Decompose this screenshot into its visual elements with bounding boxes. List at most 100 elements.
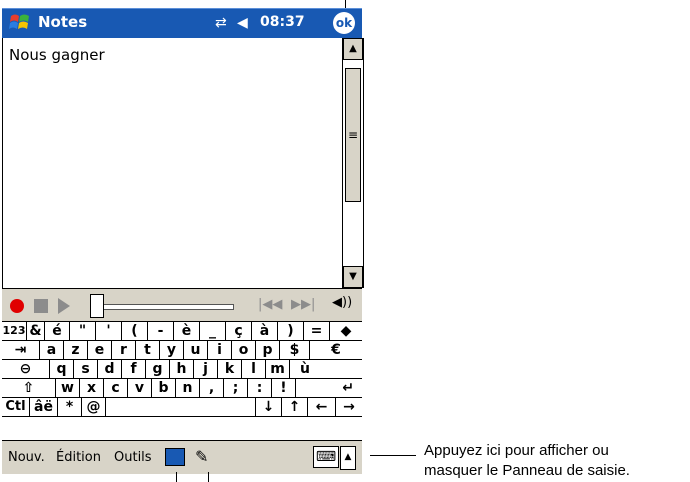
arrow-left-key[interactable]: ← — [308, 398, 336, 416]
key[interactable]: * — [58, 398, 82, 416]
key[interactable]: f — [122, 360, 146, 378]
key[interactable]: d — [98, 360, 122, 378]
callout-text: Appuyez ici pour afficher ou masquer le … — [424, 441, 630, 481]
keyboard-row-1: 123 & é " ' ( - è _ ç à ) = ◆ — [2, 322, 362, 341]
shift-key[interactable]: ⇧ — [2, 379, 56, 397]
arrow-up-key[interactable]: ↑ — [282, 398, 308, 416]
stop-icon[interactable] — [34, 299, 48, 313]
key[interactable]: a — [40, 341, 64, 359]
menu-new[interactable]: Nouv. — [8, 450, 45, 465]
recording-toolbar: |◀◀ ▶▶| ◀)) — [2, 288, 362, 322]
record-icon[interactable] — [10, 299, 24, 313]
menu-edit[interactable]: Édition — [56, 450, 101, 465]
connectivity-icon[interactable]: ⇄ — [215, 15, 227, 31]
ok-button[interactable]: ok — [333, 12, 355, 34]
key[interactable]: t — [136, 341, 160, 359]
key[interactable]: ; — [224, 379, 248, 397]
key[interactable]: j — [194, 360, 218, 378]
key[interactable]: i — [208, 341, 232, 359]
key[interactable]: k — [218, 360, 242, 378]
vertical-scrollbar[interactable]: ▲ ≡ ▼ — [342, 38, 364, 288]
key[interactable]: y — [160, 341, 184, 359]
backspace-key[interactable]: ◆ — [330, 322, 362, 340]
key[interactable]: @ — [82, 398, 106, 416]
callout-line-2: masquer le Panneau de saisie. — [424, 462, 630, 479]
app-title: Notes — [38, 13, 88, 31]
key[interactable]: o — [232, 341, 256, 359]
note-document[interactable]: Nous gagner — [2, 38, 343, 288]
key[interactable]: $ — [280, 341, 310, 359]
key[interactable]: n — [176, 379, 200, 397]
key[interactable]: p — [256, 341, 280, 359]
key[interactable]: ' — [96, 322, 122, 340]
key[interactable]: ! — [272, 379, 296, 397]
keyboard-row-5: Ctl âë * @ ↓ ↑ ← → — [2, 398, 362, 417]
key[interactable]: - — [148, 322, 174, 340]
key[interactable]: h — [170, 360, 194, 378]
speaker-icon[interactable]: ◀)) — [332, 295, 354, 315]
callout-leader-line — [370, 455, 416, 456]
key[interactable]: , — [200, 379, 224, 397]
key[interactable]: u — [184, 341, 208, 359]
soft-keyboard: 123 & é " ' ( - è _ ç à ) = ◆ ⇥ a z e r … — [2, 322, 362, 440]
key[interactable]: g — [146, 360, 170, 378]
key[interactable]: l — [242, 360, 266, 378]
key[interactable]: c — [104, 379, 128, 397]
keyboard-row-2: ⇥ a z e r t y u i o p $ € — [2, 341, 362, 360]
speaker-volume-icon[interactable]: ◀︎ — [237, 15, 248, 31]
menu-bar: Nouv. Édition Outils ✎ ⌨ ▲ — [2, 440, 362, 474]
key[interactable]: ç — [226, 322, 252, 340]
clock[interactable]: 08:37 — [260, 14, 305, 30]
leader-line-bottom-1 — [176, 472, 177, 482]
space-key[interactable] — [106, 398, 256, 416]
pen-icon[interactable]: ✎ — [195, 447, 208, 466]
accents-key[interactable]: âë — [30, 398, 58, 416]
key[interactable]: e — [88, 341, 112, 359]
slider-thumb[interactable] — [90, 294, 104, 318]
key[interactable]: = — [304, 322, 330, 340]
keyboard-row-4: ⇧ w x c v b n , ; : ! ↵ — [2, 379, 362, 398]
arrow-down-key[interactable]: ↓ — [256, 398, 282, 416]
ctrl-key[interactable]: Ctl — [2, 398, 30, 416]
key[interactable]: _ — [200, 322, 226, 340]
enter-key[interactable]: ↵ — [296, 379, 362, 397]
keyboard-icon[interactable]: ⌨ — [313, 446, 339, 468]
windows-flag-icon[interactable] — [8, 12, 32, 34]
keyboard-row-3: ⊖ q s d f g h j k l m ù — [2, 360, 362, 379]
key[interactable]: & — [27, 322, 45, 340]
key[interactable]: v — [128, 379, 152, 397]
key[interactable]: é — [45, 322, 70, 340]
key[interactable]: r — [112, 341, 136, 359]
play-icon[interactable] — [58, 298, 70, 314]
key[interactable]: s — [74, 360, 98, 378]
input-panel-icon[interactable] — [165, 448, 185, 466]
scroll-up-icon[interactable]: ▲ — [343, 38, 363, 60]
key[interactable]: b — [152, 379, 176, 397]
key[interactable]: è — [174, 322, 200, 340]
scroll-thumb[interactable]: ≡ — [345, 68, 361, 202]
key[interactable]: ) — [278, 322, 304, 340]
key[interactable]: : — [248, 379, 272, 397]
sip-arrow-icon[interactable]: ▲ — [340, 446, 356, 470]
key[interactable]: w — [56, 379, 80, 397]
title-bar: Notes ⇄ ◀︎ 08:37 ok — [2, 8, 362, 38]
playback-slider[interactable] — [92, 304, 234, 310]
key[interactable]: z — [64, 341, 88, 359]
key[interactable]: € — [310, 341, 362, 359]
key[interactable]: 123 — [2, 322, 27, 340]
note-text: Nous gagner — [9, 46, 105, 64]
key[interactable]: " — [70, 322, 96, 340]
skip-back-icon[interactable]: |◀◀ — [258, 297, 282, 312]
key[interactable]: ù — [290, 360, 362, 378]
caps-key[interactable]: ⊖ — [2, 360, 50, 378]
key[interactable]: x — [80, 379, 104, 397]
key[interactable]: m — [266, 360, 290, 378]
arrow-right-key[interactable]: → — [336, 398, 362, 416]
tab-key[interactable]: ⇥ — [2, 341, 40, 359]
skip-forward-icon[interactable]: ▶▶| — [291, 297, 315, 312]
key[interactable]: ( — [122, 322, 148, 340]
key[interactable]: à — [252, 322, 278, 340]
scroll-down-icon[interactable]: ▼ — [343, 266, 363, 288]
key[interactable]: q — [50, 360, 74, 378]
menu-tools[interactable]: Outils — [114, 450, 152, 465]
